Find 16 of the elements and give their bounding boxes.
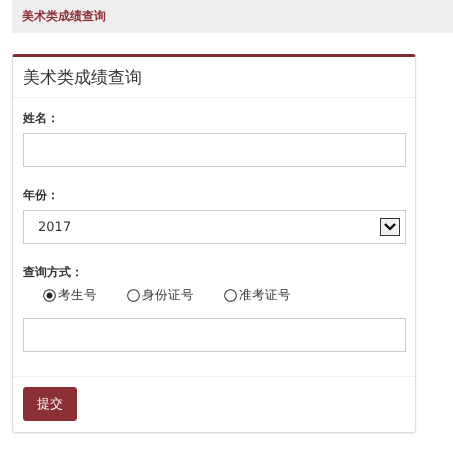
id-number-input[interactable] <box>23 318 406 352</box>
panel-title: 美术类成绩查询 <box>23 68 142 88</box>
radio-label[interactable]: 身份证号 <box>142 287 194 304</box>
submit-button[interactable]: 提交 <box>23 387 77 421</box>
radio-label[interactable]: 准考证号 <box>239 287 291 304</box>
name-input[interactable] <box>23 133 406 167</box>
header-title: 美术类成绩查询 <box>22 8 106 25</box>
field-label: 姓名： <box>23 111 59 125</box>
year-select[interactable]: 2017 <box>23 210 406 244</box>
radio-button[interactable] <box>224 289 237 302</box>
radio-button[interactable] <box>127 289 140 302</box>
field-label: 年份： <box>23 188 59 202</box>
chevron-down-icon[interactable] <box>380 218 400 236</box>
radio-label[interactable]: 考生号 <box>58 287 97 304</box>
field-label: 查询方式： <box>23 265 83 279</box>
radio-button[interactable] <box>43 289 56 302</box>
